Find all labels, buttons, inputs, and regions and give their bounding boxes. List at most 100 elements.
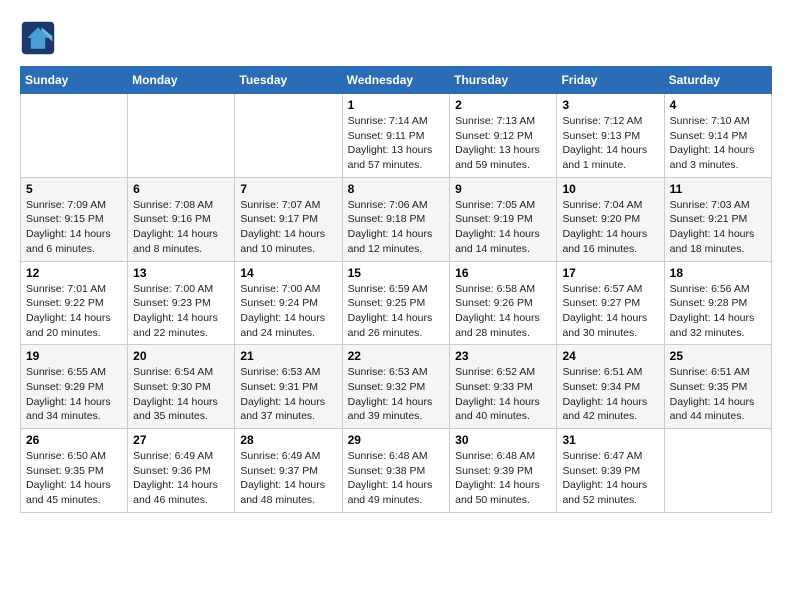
calendar-day-cell: 24 Sunrise: 6:51 AM Sunset: 9:34 PM Dayli… bbox=[557, 345, 664, 429]
day-info: Sunrise: 7:12 AM Sunset: 9:13 PM Dayligh… bbox=[562, 114, 658, 173]
day-info: Sunrise: 6:47 AM Sunset: 9:39 PM Dayligh… bbox=[562, 449, 658, 508]
day-info: Sunrise: 6:52 AM Sunset: 9:33 PM Dayligh… bbox=[455, 365, 551, 424]
weekday-cell: Tuesday bbox=[235, 67, 342, 94]
day-number: 15 bbox=[348, 266, 445, 280]
weekday-cell: Monday bbox=[128, 67, 235, 94]
weekday-cell: Saturday bbox=[664, 67, 771, 94]
calendar-week-row: 12 Sunrise: 7:01 AM Sunset: 9:22 PM Dayli… bbox=[21, 261, 772, 345]
day-info: Sunrise: 6:51 AM Sunset: 9:35 PM Dayligh… bbox=[670, 365, 766, 424]
calendar-day-cell: 10 Sunrise: 7:04 AM Sunset: 9:20 PM Dayli… bbox=[557, 177, 664, 261]
calendar-day-cell: 6Sunrise: 7:08 AM Sunset: 9:16 PM Daylig… bbox=[128, 177, 235, 261]
day-info: Sunrise: 6:48 AM Sunset: 9:38 PM Dayligh… bbox=[348, 449, 445, 508]
calendar-day-cell: 5 Sunrise: 7:09 AM Sunset: 9:15 PM Daylig… bbox=[21, 177, 128, 261]
day-number: 21 bbox=[240, 349, 336, 363]
day-number: 5 bbox=[26, 182, 122, 196]
day-number: 4 bbox=[670, 98, 766, 112]
day-number: 20 bbox=[133, 349, 229, 363]
day-number: 27 bbox=[133, 433, 229, 447]
day-info: Sunrise: 7:03 AM Sunset: 9:21 PM Dayligh… bbox=[670, 198, 766, 257]
calendar-day-cell: 25 Sunrise: 6:51 AM Sunset: 9:35 PM Dayli… bbox=[664, 345, 771, 429]
day-number: 24 bbox=[562, 349, 658, 363]
calendar-day-cell: 31 Sunrise: 6:47 AM Sunset: 9:39 PM Dayli… bbox=[557, 429, 664, 513]
day-number: 2 bbox=[455, 98, 551, 112]
calendar-week-row: 5 Sunrise: 7:09 AM Sunset: 9:15 PM Daylig… bbox=[21, 177, 772, 261]
calendar-day-cell: 7 Sunrise: 7:07 AM Sunset: 9:17 PM Daylig… bbox=[235, 177, 342, 261]
day-info: Sunrise: 7:08 AM Sunset: 9:16 PM Dayligh… bbox=[133, 198, 229, 257]
day-info: Sunrise: 7:14 AM Sunset: 9:11 PM Dayligh… bbox=[348, 114, 445, 173]
calendar-day-cell: 27Sunrise: 6:49 AM Sunset: 9:36 PM Dayli… bbox=[128, 429, 235, 513]
day-number: 1 bbox=[348, 98, 445, 112]
day-info: Sunrise: 7:04 AM Sunset: 9:20 PM Dayligh… bbox=[562, 198, 658, 257]
day-info: Sunrise: 7:13 AM Sunset: 9:12 PM Dayligh… bbox=[455, 114, 551, 173]
day-info: Sunrise: 6:54 AM Sunset: 9:30 PM Dayligh… bbox=[133, 365, 229, 424]
day-number: 12 bbox=[26, 266, 122, 280]
day-info: Sunrise: 6:59 AM Sunset: 9:25 PM Dayligh… bbox=[348, 282, 445, 341]
day-number: 9 bbox=[455, 182, 551, 196]
calendar-day-cell bbox=[235, 94, 342, 178]
day-info: Sunrise: 7:00 AM Sunset: 9:23 PM Dayligh… bbox=[133, 282, 229, 341]
calendar-day-cell: 1 Sunrise: 7:14 AM Sunset: 9:11 PM Daylig… bbox=[342, 94, 450, 178]
logo bbox=[20, 20, 60, 56]
logo-icon bbox=[20, 20, 56, 56]
day-number: 19 bbox=[26, 349, 122, 363]
calendar-day-cell bbox=[664, 429, 771, 513]
weekday-cell: Sunday bbox=[21, 67, 128, 94]
day-info: Sunrise: 7:07 AM Sunset: 9:17 PM Dayligh… bbox=[240, 198, 336, 257]
day-info: Sunrise: 6:49 AM Sunset: 9:37 PM Dayligh… bbox=[240, 449, 336, 508]
day-info: Sunrise: 7:01 AM Sunset: 9:22 PM Dayligh… bbox=[26, 282, 122, 341]
weekday-header-row: SundayMondayTuesdayWednesdayThursdayFrid… bbox=[21, 67, 772, 94]
day-info: Sunrise: 6:53 AM Sunset: 9:32 PM Dayligh… bbox=[348, 365, 445, 424]
day-info: Sunrise: 6:53 AM Sunset: 9:31 PM Dayligh… bbox=[240, 365, 336, 424]
day-number: 7 bbox=[240, 182, 336, 196]
day-info: Sunrise: 7:06 AM Sunset: 9:18 PM Dayligh… bbox=[348, 198, 445, 257]
calendar-day-cell: 29 Sunrise: 6:48 AM Sunset: 9:38 PM Dayli… bbox=[342, 429, 450, 513]
calendar-day-cell: 22Sunrise: 6:53 AM Sunset: 9:32 PM Dayli… bbox=[342, 345, 450, 429]
day-number: 11 bbox=[670, 182, 766, 196]
day-number: 14 bbox=[240, 266, 336, 280]
calendar-day-cell: 11 Sunrise: 7:03 AM Sunset: 9:21 PM Dayli… bbox=[664, 177, 771, 261]
calendar-day-cell: 15 Sunrise: 6:59 AM Sunset: 9:25 PM Dayli… bbox=[342, 261, 450, 345]
day-number: 16 bbox=[455, 266, 551, 280]
weekday-cell: Thursday bbox=[450, 67, 557, 94]
day-info: Sunrise: 6:48 AM Sunset: 9:39 PM Dayligh… bbox=[455, 449, 551, 508]
calendar-day-cell: 12 Sunrise: 7:01 AM Sunset: 9:22 PM Dayli… bbox=[21, 261, 128, 345]
day-info: Sunrise: 6:51 AM Sunset: 9:34 PM Dayligh… bbox=[562, 365, 658, 424]
day-number: 31 bbox=[562, 433, 658, 447]
calendar-day-cell: 8 Sunrise: 7:06 AM Sunset: 9:18 PM Daylig… bbox=[342, 177, 450, 261]
day-info: Sunrise: 7:09 AM Sunset: 9:15 PM Dayligh… bbox=[26, 198, 122, 257]
weekday-cell: Friday bbox=[557, 67, 664, 94]
calendar-day-cell: 30 Sunrise: 6:48 AM Sunset: 9:39 PM Dayli… bbox=[450, 429, 557, 513]
calendar-day-cell: 9 Sunrise: 7:05 AM Sunset: 9:19 PM Daylig… bbox=[450, 177, 557, 261]
day-number: 23 bbox=[455, 349, 551, 363]
calendar-day-cell: 19 Sunrise: 6:55 AM Sunset: 9:29 PM Dayli… bbox=[21, 345, 128, 429]
day-number: 25 bbox=[670, 349, 766, 363]
calendar-day-cell: 23 Sunrise: 6:52 AM Sunset: 9:33 PM Dayli… bbox=[450, 345, 557, 429]
calendar-day-cell: 3 Sunrise: 7:12 AM Sunset: 9:13 PM Daylig… bbox=[557, 94, 664, 178]
day-info: Sunrise: 6:55 AM Sunset: 9:29 PM Dayligh… bbox=[26, 365, 122, 424]
day-number: 18 bbox=[670, 266, 766, 280]
calendar-week-row: 1 Sunrise: 7:14 AM Sunset: 9:11 PM Daylig… bbox=[21, 94, 772, 178]
day-number: 3 bbox=[562, 98, 658, 112]
day-number: 10 bbox=[562, 182, 658, 196]
calendar-day-cell: 14 Sunrise: 7:00 AM Sunset: 9:24 PM Dayli… bbox=[235, 261, 342, 345]
day-info: Sunrise: 6:50 AM Sunset: 9:35 PM Dayligh… bbox=[26, 449, 122, 508]
day-number: 28 bbox=[240, 433, 336, 447]
day-number: 30 bbox=[455, 433, 551, 447]
day-number: 29 bbox=[348, 433, 445, 447]
calendar-day-cell: 4 Sunrise: 7:10 AM Sunset: 9:14 PM Daylig… bbox=[664, 94, 771, 178]
calendar-day-cell: 18Sunrise: 6:56 AM Sunset: 9:28 PM Dayli… bbox=[664, 261, 771, 345]
day-number: 8 bbox=[348, 182, 445, 196]
calendar-day-cell: 26 Sunrise: 6:50 AM Sunset: 9:35 PM Dayli… bbox=[21, 429, 128, 513]
day-info: Sunrise: 7:05 AM Sunset: 9:19 PM Dayligh… bbox=[455, 198, 551, 257]
calendar-day-cell: 13 Sunrise: 7:00 AM Sunset: 9:23 PM Dayli… bbox=[128, 261, 235, 345]
calendar-table: SundayMondayTuesdayWednesdayThursdayFrid… bbox=[20, 66, 772, 513]
calendar-day-cell bbox=[128, 94, 235, 178]
calendar-day-cell: 20 Sunrise: 6:54 AM Sunset: 9:30 PM Dayli… bbox=[128, 345, 235, 429]
day-number: 26 bbox=[26, 433, 122, 447]
day-number: 13 bbox=[133, 266, 229, 280]
calendar-day-cell bbox=[21, 94, 128, 178]
day-info: Sunrise: 7:10 AM Sunset: 9:14 PM Dayligh… bbox=[670, 114, 766, 173]
day-info: Sunrise: 6:57 AM Sunset: 9:27 PM Dayligh… bbox=[562, 282, 658, 341]
day-info: Sunrise: 6:58 AM Sunset: 9:26 PM Dayligh… bbox=[455, 282, 551, 341]
day-info: Sunrise: 7:00 AM Sunset: 9:24 PM Dayligh… bbox=[240, 282, 336, 341]
